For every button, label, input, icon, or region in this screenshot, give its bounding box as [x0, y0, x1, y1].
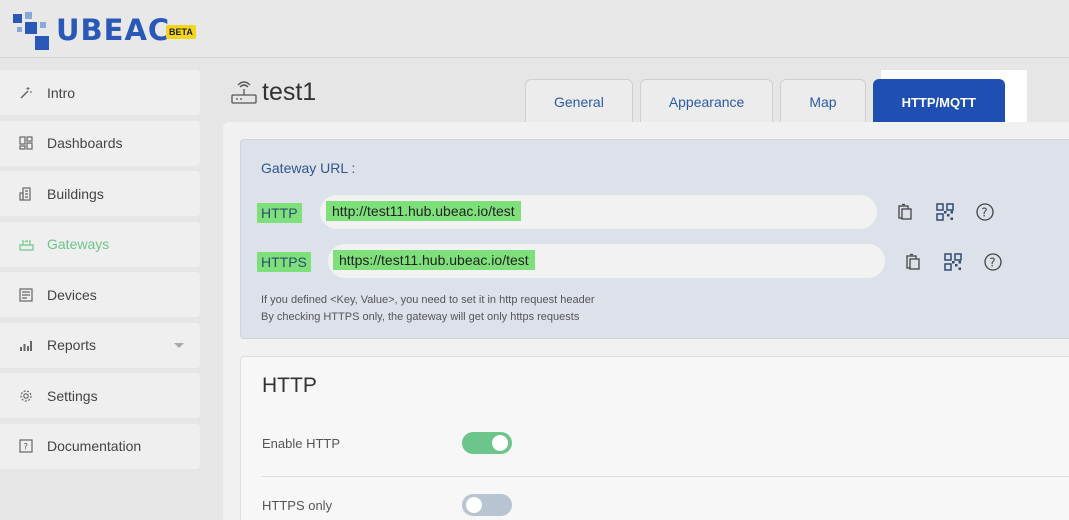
gateway-router-icon: [231, 80, 257, 104]
brand-name: UBEAC: [56, 13, 171, 47]
https-note: By checking HTTPS only, the gateway will…: [261, 311, 580, 323]
sidebar-item-intro[interactable]: Intro: [0, 70, 200, 115]
tab-appearance[interactable]: Appearance: [639, 79, 774, 124]
sidebar-item-label: Dashboards: [47, 135, 123, 151]
sidebar-item-dashboards[interactable]: Dashboards: [0, 120, 200, 166]
toggle-knob: [466, 497, 482, 513]
gateway-url-box: [240, 139, 1069, 339]
sidebar-item-devices[interactable]: Devices: [0, 272, 200, 317]
copy-http-icon[interactable]: [894, 201, 916, 223]
page-title: test1: [262, 78, 317, 106]
sidebar: Intro Dashboards Buildings Gateways Devi…: [0, 70, 200, 474]
qr-code-http-icon[interactable]: [934, 201, 956, 223]
svg-text:?: ?: [989, 256, 995, 270]
svg-text:?: ?: [23, 443, 28, 453]
sidebar-item-label: Gateways: [47, 236, 110, 252]
enable-http-toggle[interactable]: [462, 432, 512, 454]
sidebar-item-buildings[interactable]: Buildings: [0, 171, 200, 216]
help-https-icon[interactable]: ?: [982, 251, 1004, 273]
help-http-icon[interactable]: ?: [974, 201, 996, 223]
qr-code-https-icon[interactable]: [942, 251, 964, 273]
divider: [262, 476, 1069, 477]
header-note: If you defined <Key, Value>, you need to…: [261, 294, 595, 306]
page-header: test1: [230, 78, 316, 107]
sidebar-item-settings[interactable]: Settings: [0, 373, 200, 418]
sidebar-item-label: Intro: [47, 84, 76, 101]
tab-general[interactable]: General: [525, 79, 633, 124]
sidebar-item-documentation[interactable]: ? Documentation: [0, 423, 200, 469]
sidebar-item-label: Devices: [47, 286, 97, 303]
tab-bar: General Appearance Map HTTP/MQTT: [525, 79, 1012, 124]
gateway-url-label: Gateway URL :: [261, 160, 356, 176]
device-icon: [18, 287, 34, 303]
tab-map[interactable]: Map: [780, 79, 866, 124]
https-only-label: HTTPS only: [262, 498, 333, 513]
sidebar-item-reports[interactable]: Reports: [0, 322, 200, 368]
gear-icon: [18, 388, 34, 404]
question-icon: ?: [18, 438, 34, 454]
https-only-toggle[interactable]: [462, 494, 512, 516]
http-label: HTTP: [257, 203, 302, 223]
sidebar-item-label: Buildings: [47, 185, 104, 202]
http-url-value[interactable]: http://test11.hub.ubeac.io/test: [326, 201, 521, 221]
svg-text:?: ?: [981, 206, 987, 220]
ubeac-logo-icon[interactable]: [13, 12, 53, 50]
sidebar-item-label: Reports: [47, 337, 97, 353]
tab-http-mqtt[interactable]: HTTP/MQTT: [872, 79, 1005, 124]
sidebar-item-gateways[interactable]: Gateways: [0, 221, 200, 267]
chevron-down-icon[interactable]: [174, 342, 184, 348]
enable-http-label: Enable HTTP: [262, 436, 341, 451]
https-url-value[interactable]: https://test11.hub.ubeac.io/test: [333, 250, 535, 270]
beta-badge: BETA: [166, 25, 196, 39]
app-header: UBEAC BETA: [0, 0, 1069, 58]
https-label: HTTPS: [257, 252, 311, 272]
dashboard-icon: [18, 135, 34, 151]
http-section-title: HTTP: [262, 374, 317, 397]
toggle-knob: [492, 435, 508, 451]
bar-chart-icon: [18, 337, 34, 353]
sidebar-item-label: Documentation: [47, 438, 142, 454]
http-settings-card: [240, 356, 1069, 520]
copy-https-icon[interactable]: [902, 251, 924, 273]
building-icon: [18, 186, 34, 202]
wand-icon: [18, 85, 34, 101]
gateway-icon: [18, 236, 34, 252]
sidebar-item-label: Settings: [47, 387, 98, 404]
